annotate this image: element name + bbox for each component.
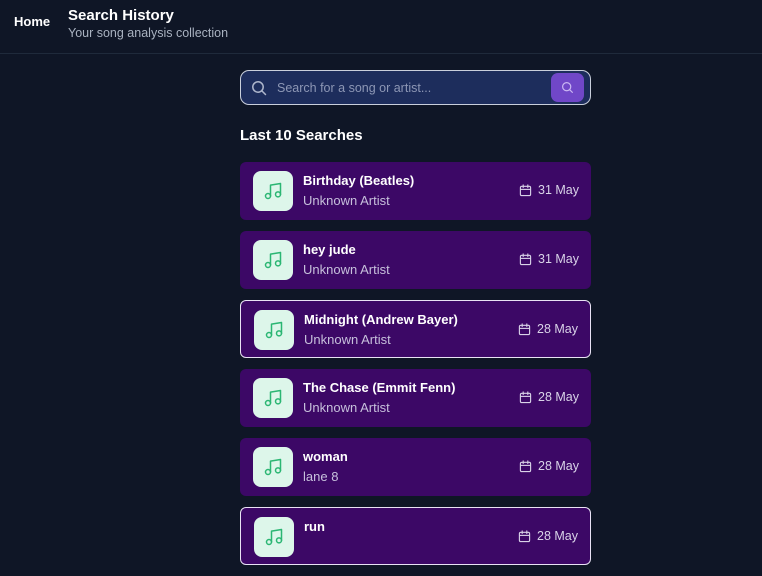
song-artist: lane 8 (303, 469, 339, 484)
song-title: Midnight (Andrew Bayer) (304, 312, 458, 327)
song-artist: Unknown Artist (304, 332, 391, 347)
date-text: 28 May (538, 390, 579, 404)
search-date: 28 May (519, 459, 579, 473)
search-date: 28 May (519, 390, 579, 404)
search-bar (240, 70, 591, 105)
song-artist: Unknown Artist (303, 400, 390, 415)
calendar-icon (518, 529, 531, 542)
date-text: 28 May (538, 459, 579, 473)
music-note-icon (264, 251, 282, 269)
date-text: 31 May (538, 252, 579, 266)
home-link[interactable]: Home (14, 14, 50, 29)
music-note-icon (264, 458, 282, 476)
search-icon (252, 81, 267, 96)
music-note-icon (265, 321, 283, 339)
history-item[interactable]: Midnight (Andrew Bayer) Unknown Artist 2… (240, 300, 591, 358)
song-thumbnail (253, 378, 293, 418)
search-button[interactable] (551, 73, 584, 102)
top-bar: Home Search History Your song analysis c… (0, 0, 762, 54)
search-date: 28 May (518, 529, 578, 543)
search-input[interactable] (277, 71, 547, 104)
search-date: 31 May (519, 252, 579, 266)
song-title: Birthday (Beatles) (303, 173, 415, 188)
song-artist: Unknown Artist (303, 193, 390, 208)
song-artist: Unknown Artist (303, 262, 390, 277)
history-item[interactable]: run 28 May (240, 507, 591, 565)
song-thumbnail (253, 171, 293, 211)
calendar-icon (518, 322, 531, 335)
song-thumbnail (254, 310, 294, 350)
song-thumbnail (253, 447, 293, 487)
song-title: hey jude (303, 242, 356, 257)
music-note-icon (264, 182, 282, 200)
date-text: 28 May (537, 529, 578, 543)
history-item[interactable]: The Chase (Emmit Fenn) Unknown Artist 28… (240, 369, 591, 427)
search-date: 31 May (519, 183, 579, 197)
song-title: The Chase (Emmit Fenn) (303, 380, 456, 395)
history-list: Birthday (Beatles) Unknown Artist 31 May… (240, 162, 591, 576)
page-subtitle: Your song analysis collection (68, 26, 229, 40)
history-item[interactable]: woman lane 8 28 May (240, 438, 591, 496)
section-heading: Last 10 Searches (240, 127, 363, 144)
song-title: run (304, 519, 325, 534)
song-thumbnail (253, 240, 293, 280)
music-note-icon (265, 528, 283, 546)
date-text: 31 May (538, 183, 579, 197)
calendar-icon (519, 459, 532, 472)
search-icon (562, 82, 573, 93)
song-title: woman (303, 449, 348, 464)
date-text: 28 May (537, 322, 578, 336)
page-title: Search History (68, 7, 174, 24)
calendar-icon (519, 183, 532, 196)
music-note-icon (264, 389, 282, 407)
calendar-icon (519, 390, 532, 403)
search-date: 28 May (518, 322, 578, 336)
calendar-icon (519, 252, 532, 265)
history-item[interactable]: Birthday (Beatles) Unknown Artist 31 May (240, 162, 591, 220)
history-item[interactable]: hey jude Unknown Artist 31 May (240, 231, 591, 289)
song-thumbnail (254, 517, 294, 557)
